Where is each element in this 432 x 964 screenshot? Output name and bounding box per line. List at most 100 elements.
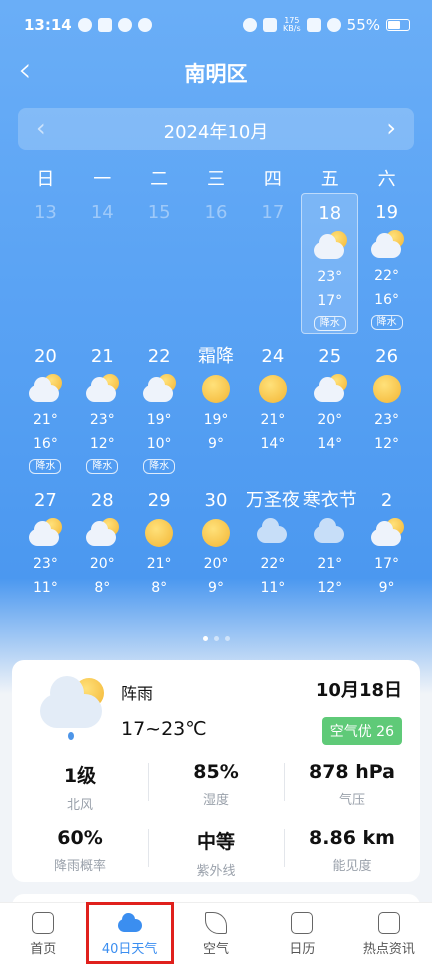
sun-icon — [256, 374, 290, 404]
stat-value: 8.86 km — [309, 827, 395, 849]
news-icon — [377, 912, 400, 934]
calendar-week: 13 14 15 16 17 18 23° 17° 降水 19 22° 16° 降水 — [17, 192, 415, 336]
low-temp: 14° — [317, 436, 343, 452]
high-temp: 23° — [374, 412, 399, 428]
aqi-badge[interactable]: 空气优 26 — [321, 717, 402, 745]
cloudy-icon — [256, 518, 290, 548]
day-number: 15 — [147, 202, 171, 223]
high-temp: 21° — [317, 556, 343, 572]
stat-rain-chance: 60% 降雨概率 — [12, 821, 148, 887]
tiktok-icon — [97, 18, 112, 32]
app-icon — [137, 18, 152, 32]
shower-weather-icon — [38, 676, 108, 740]
stat-value: 85% — [193, 761, 239, 783]
day-number: 14 — [90, 202, 114, 223]
day-number: 28 — [90, 490, 114, 511]
info-icon — [117, 18, 132, 32]
stat-wind: 1级 北风 — [12, 755, 148, 821]
rain-badge: 降水 — [29, 459, 62, 474]
bottom-nav: 首页 40日天气 空气 日历 热点资讯 — [0, 902, 432, 964]
calendar-day[interactable]: 霜降 19° 9° — [188, 336, 245, 480]
day-detail-card: 阵雨 17~23℃ 10月18日 空气优 26 1级 北风 85% 湿度 878… — [12, 660, 420, 882]
calendar-day[interactable]: 22 19° 10° 降水 — [131, 336, 188, 480]
day-number: 27 — [33, 490, 57, 511]
low-temp: 9° — [208, 580, 224, 596]
low-temp: 9° — [378, 580, 395, 596]
calendar-day[interactable]: 20 21° 16° 降水 — [17, 336, 74, 480]
partly-cloudy-icon — [370, 230, 404, 260]
weekday-label: 日 — [36, 169, 55, 190]
wifi-icon — [326, 18, 341, 32]
nav-air[interactable]: 空气 — [173, 903, 259, 964]
next-month-button[interactable]: › — [386, 114, 396, 142]
calendar-day: 13 — [17, 192, 74, 336]
calendar-grid: 13 14 15 16 17 18 23° 17° 降水 19 22° 16° 降水 20 21° 16° 降水… — [17, 192, 415, 624]
temp-range: 17~23℃ — [121, 718, 207, 740]
leaf-icon — [205, 912, 228, 934]
high-temp: 20° — [203, 556, 229, 572]
partly-cloudy-icon — [313, 374, 347, 404]
weather-stats: 1级 北风 85% 湿度 878 hPa 气压 60% 降雨概率 中等 紫外线 — [12, 755, 420, 887]
stat-label: 北风 — [66, 798, 93, 813]
calendar-day: 14 — [74, 192, 131, 336]
page-title: 南明区 — [184, 62, 248, 86]
day-number: 17 — [261, 202, 285, 223]
page-dot — [202, 636, 208, 641]
partly-cloudy-icon — [85, 518, 120, 548]
month-selector: ‹ 2024年10月 › — [18, 108, 414, 150]
calendar-day[interactable]: 万圣夜 22° 11° — [244, 480, 301, 624]
day-number: 26 — [375, 346, 399, 367]
rain-badge: 降水 — [143, 459, 176, 474]
weather-name: 阵雨 — [121, 684, 154, 703]
high-temp: 17° — [374, 556, 399, 572]
low-temp: 11° — [260, 580, 286, 596]
low-temp: 12° — [374, 436, 399, 452]
calendar-day[interactable]: 21 23° 12° 降水 — [74, 336, 131, 480]
calendar-day[interactable]: 24 21° 14° — [244, 336, 301, 480]
weekday-label: 三 — [207, 169, 225, 190]
weekday-label: 六 — [377, 169, 396, 190]
high-temp: 21° — [33, 412, 58, 428]
day-number: 万圣夜 — [245, 490, 300, 511]
calendar-day[interactable]: 25 20° 14° — [301, 336, 358, 480]
high-temp: 19° — [146, 412, 172, 428]
highlight-box — [86, 902, 174, 964]
calendar-day[interactable]: 26 23° 12° — [358, 336, 415, 480]
low-temp: 10° — [146, 436, 172, 452]
calendar-day[interactable]: 28 20° 8° — [74, 480, 131, 624]
stat-label: 降雨概率 — [53, 859, 106, 874]
sim-icon — [306, 18, 321, 32]
high-temp: 23° — [33, 556, 58, 572]
day-number: 19 — [375, 202, 399, 223]
partly-cloudy-icon — [28, 374, 63, 404]
calendar-day[interactable]: 18 23° 17° 降水 — [301, 193, 359, 334]
calendar-day[interactable]: 30 20° 9° — [188, 480, 245, 624]
vibrate-icon — [263, 18, 278, 32]
calendar-day[interactable]: 寒衣节 21° 12° — [301, 480, 358, 624]
nav-home[interactable]: 首页 — [0, 903, 86, 964]
high-temp: 20° — [89, 556, 115, 572]
stat-value: 878 hPa — [308, 761, 396, 783]
calendar-day[interactable]: 19 22° 16° 降水 — [358, 192, 415, 336]
day-number: 霜降 — [198, 346, 234, 367]
low-temp: 12° — [89, 436, 115, 452]
calendar-day: 17 — [244, 192, 301, 336]
nav-calendar[interactable]: 日历 — [259, 903, 345, 964]
stat-value: 中等 — [196, 831, 235, 853]
calendar-day: 16 — [188, 192, 245, 336]
calendar-day: 15 — [131, 192, 188, 336]
stat-label: 湿度 — [202, 793, 229, 808]
page-dot — [213, 636, 219, 641]
high-temp: 23° — [317, 269, 343, 285]
nav-label: 首页 — [30, 942, 57, 957]
day-number: 29 — [147, 490, 171, 511]
detail-date: 10月18日 — [315, 680, 402, 701]
battery-percent: 55% — [346, 16, 380, 34]
calendar-day[interactable]: 27 23° 11° — [17, 480, 74, 624]
nav-news[interactable]: 热点资讯 — [346, 903, 432, 964]
rain-badge: 降水 — [86, 459, 119, 474]
calendar-day[interactable]: 2 17° 9° — [358, 480, 415, 624]
calendar-day[interactable]: 29 21° 8° — [131, 480, 188, 624]
day-number: 13 — [33, 202, 57, 223]
partly-cloudy-icon — [313, 231, 347, 261]
